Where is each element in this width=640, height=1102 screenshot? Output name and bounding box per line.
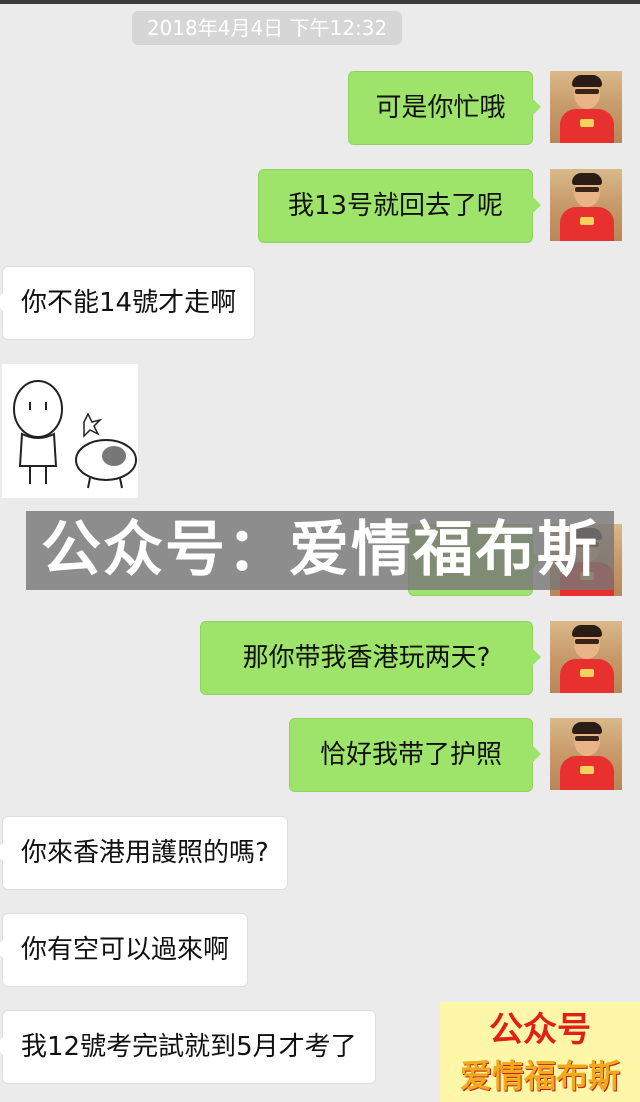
- message-bubble-outgoing[interactable]: 恰好我带了护照: [289, 718, 541, 792]
- timestamp: 2018年4月4日 下午12:32: [132, 11, 402, 45]
- message-bubble-incoming[interactable]: 你有空可以過來啊: [0, 913, 249, 987]
- watermark-banner: 公众号：爱情福布斯: [26, 511, 614, 590]
- status-bar-edge: [0, 0, 640, 4]
- avatar[interactable]: [550, 718, 622, 790]
- message-bubble-outgoing[interactable]: 可是你忙哦: [348, 71, 541, 145]
- sticker-image[interactable]: [2, 364, 138, 498]
- message-bubble-outgoing[interactable]: 那你带我香港玩两天?: [200, 621, 541, 695]
- logo-line-2: 爱情福布斯: [459, 1057, 620, 1095]
- avatar[interactable]: [550, 169, 622, 241]
- message-bubble-outgoing[interactable]: 我13号就回去了呢: [258, 169, 541, 243]
- message-bubble-incoming[interactable]: 你來香港用護照的嗎?: [0, 816, 288, 890]
- message-bubble-incoming[interactable]: 我12號考完試就到5月才考了: [0, 1010, 376, 1084]
- avatar[interactable]: [550, 71, 622, 143]
- avatar[interactable]: [550, 621, 622, 693]
- message-bubble-incoming[interactable]: 你不能14號才走啊: [0, 266, 256, 340]
- logo-line-1: 公众号: [489, 1010, 591, 1050]
- sticker-drawing-icon: [13, 380, 137, 489]
- account-logo: 公众号 爱情福布斯: [440, 1002, 640, 1102]
